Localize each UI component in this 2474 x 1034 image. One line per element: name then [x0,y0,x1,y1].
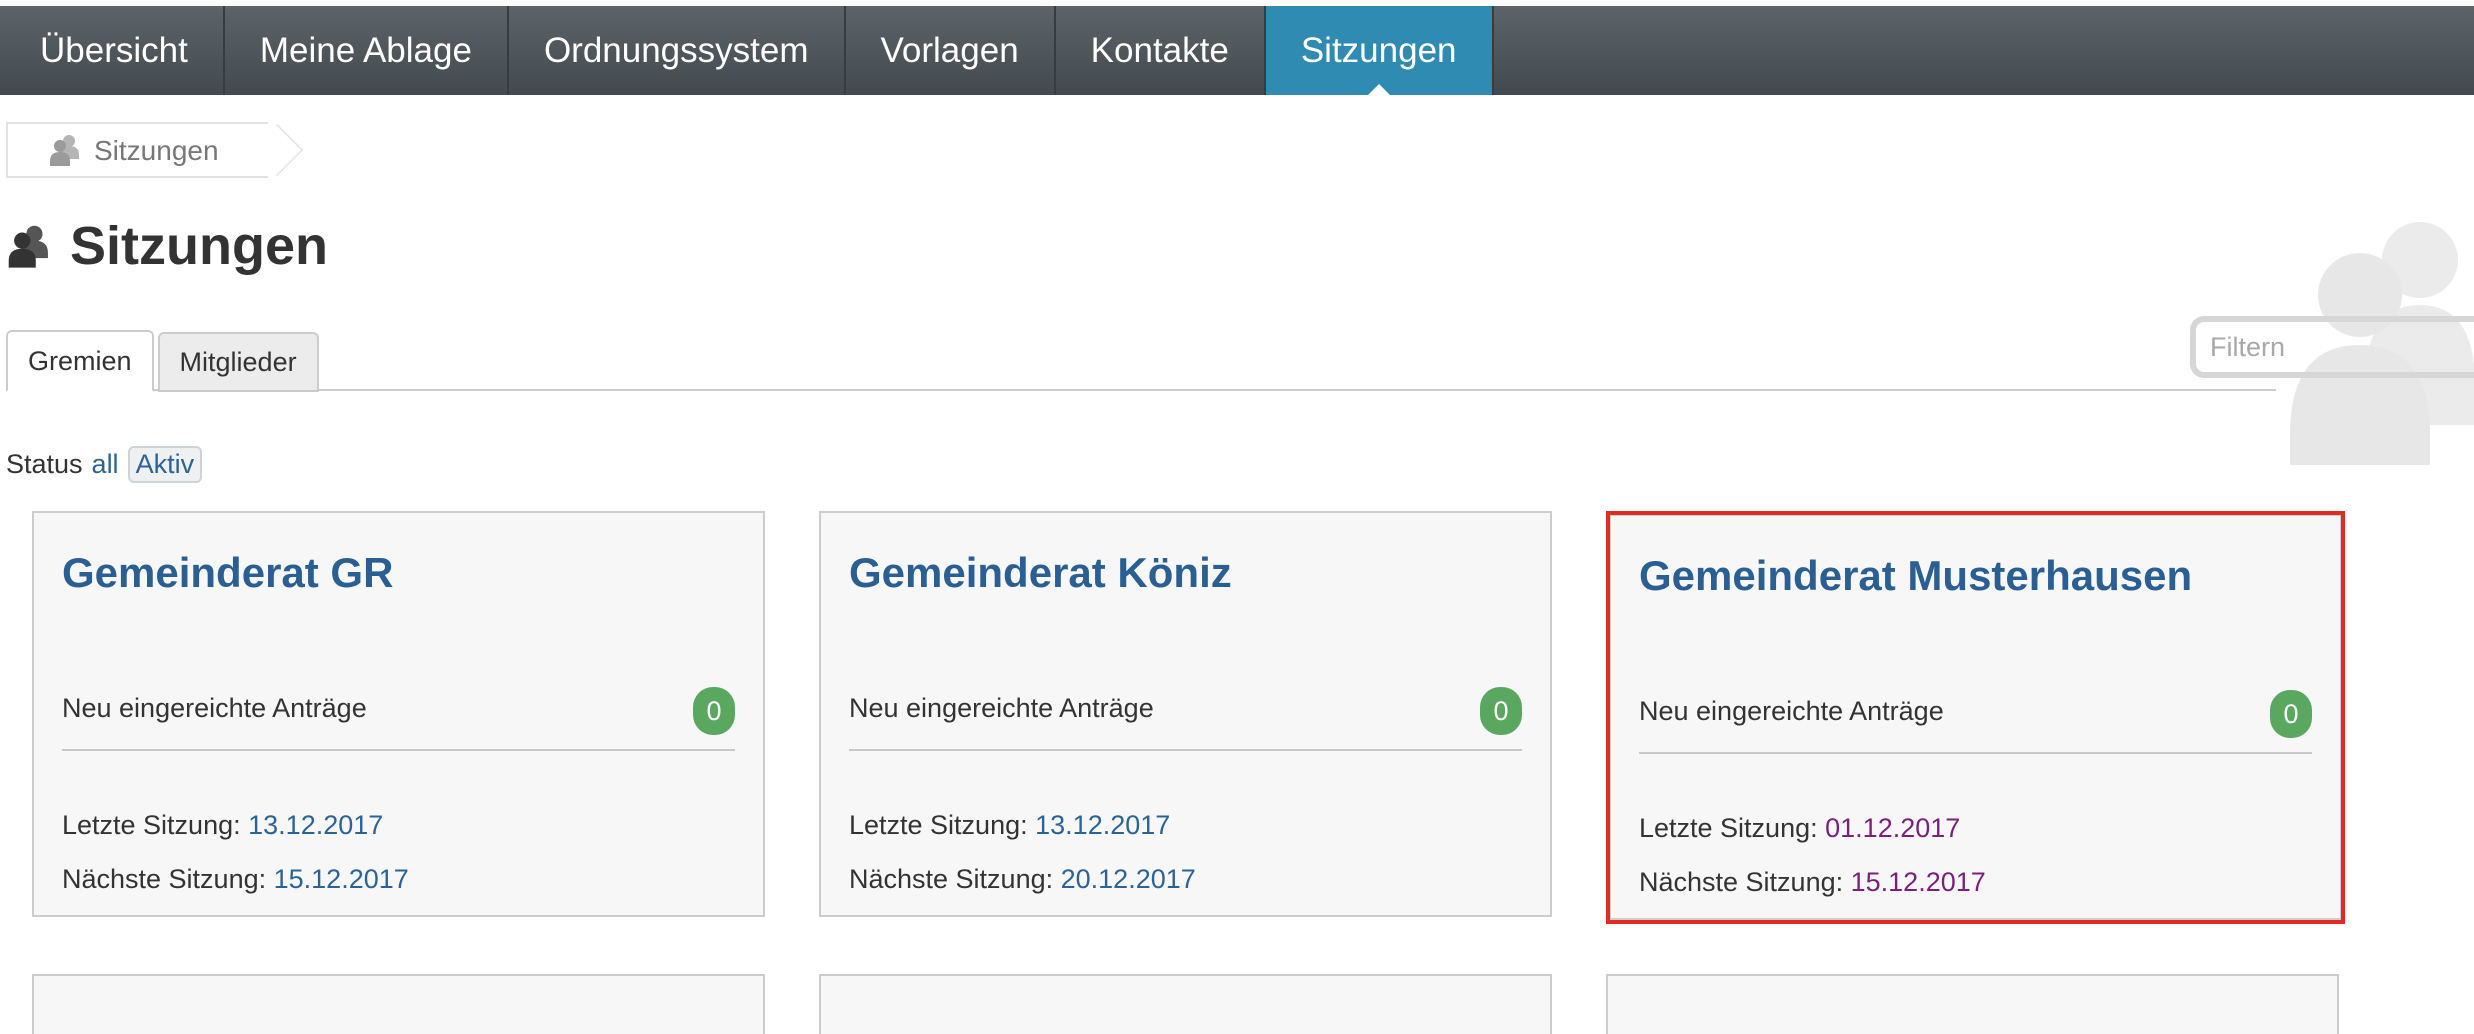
last-meeting-row: Letzte Sitzung: 13.12.2017 [62,810,383,841]
next-meeting-label: Nächste Sitzung: [62,864,267,894]
next-meeting-row: Nächste Sitzung: 20.12.2017 [849,864,1196,895]
new-motions-label: Neu eingereichte Anträge [62,693,367,723]
nav-item-meine-ablage[interactable]: Meine Ablage [225,6,509,95]
committee-card [819,974,1552,1034]
nav-item-vorlagen[interactable]: Vorlagen [846,6,1056,95]
new-motions-label: Neu eingereichte Anträge [849,693,1154,723]
new-motions-count-badge: 0 [693,687,735,735]
committee-title-link[interactable]: Gemeinderat Musterhausen [1639,552,2192,600]
new-motions-label: Neu eingereichte Anträge [1639,696,1944,726]
tab-divider [6,389,2276,391]
card-divider [62,749,735,751]
nav-item-uebersicht[interactable]: Übersicht [0,6,225,95]
main-navigation: Übersicht Meine Ablage Ordnungssystem Vo… [0,6,2474,95]
last-meeting-date-link[interactable]: 01.12.2017 [1825,813,1960,843]
last-meeting-row: Letzte Sitzung: 01.12.2017 [1639,813,1960,844]
card-divider [849,749,1522,751]
next-meeting-row: Nächste Sitzung: 15.12.2017 [1639,867,1986,898]
tab-bar: Gremien Mitglieder [6,330,323,392]
breadcrumb-label[interactable]: Sitzungen [94,135,219,167]
tab-mitglieder[interactable]: Mitglieder [157,332,319,392]
committee-title-link[interactable]: Gemeinderat GR [62,549,393,597]
breadcrumb: Sitzungen [6,122,304,180]
new-motions-count-badge: 0 [2270,690,2312,738]
filter-input[interactable] [2190,316,2474,378]
committee-card [1606,974,2339,1034]
last-meeting-label: Letzte Sitzung: [62,810,241,840]
nav-item-ordnungssystem[interactable]: Ordnungssystem [509,6,846,95]
nav-item-kontakte[interactable]: Kontakte [1056,6,1266,95]
status-aktiv-toggle[interactable]: Aktiv [127,446,203,483]
last-meeting-label: Letzte Sitzung: [849,810,1028,840]
last-meeting-date-link[interactable]: 13.12.2017 [1035,810,1170,840]
nav-item-sitzungen[interactable]: Sitzungen [1265,6,1494,95]
next-meeting-date-link[interactable]: 15.12.2017 [274,864,409,894]
next-meeting-label: Nächste Sitzung: [1639,867,1844,897]
next-meeting-date-link[interactable]: 15.12.2017 [1851,867,1986,897]
new-motions-count-badge: 0 [1480,687,1522,735]
status-all-link[interactable]: all [92,449,119,480]
last-meeting-row: Letzte Sitzung: 13.12.2017 [849,810,1170,841]
next-meeting-date-link[interactable]: 20.12.2017 [1061,864,1196,894]
card-divider [1639,752,2312,754]
tab-gremien[interactable]: Gremien [6,330,154,392]
committee-card: Gemeinderat Köniz Neu eingereichte Anträ… [819,511,1552,917]
committee-card [32,974,765,1034]
people-icon [50,135,79,166]
status-filter: Status all Aktiv [6,446,203,483]
page-title: Sitzungen [70,216,328,276]
status-label: Status [6,449,83,479]
next-meeting-label: Nächste Sitzung: [849,864,1054,894]
page-header: Sitzungen [6,215,328,277]
last-meeting-label: Letzte Sitzung: [1639,813,1818,843]
committee-title-link[interactable]: Gemeinderat Köniz [849,549,1232,597]
committee-card: Gemeinderat Musterhausen Neu eingereicht… [1609,514,2342,920]
next-meeting-row: Nächste Sitzung: 15.12.2017 [62,864,409,895]
committee-card: Gemeinderat GR Neu eingereichte Anträge … [32,511,765,917]
people-icon [8,225,48,268]
last-meeting-date-link[interactable]: 13.12.2017 [248,810,383,840]
